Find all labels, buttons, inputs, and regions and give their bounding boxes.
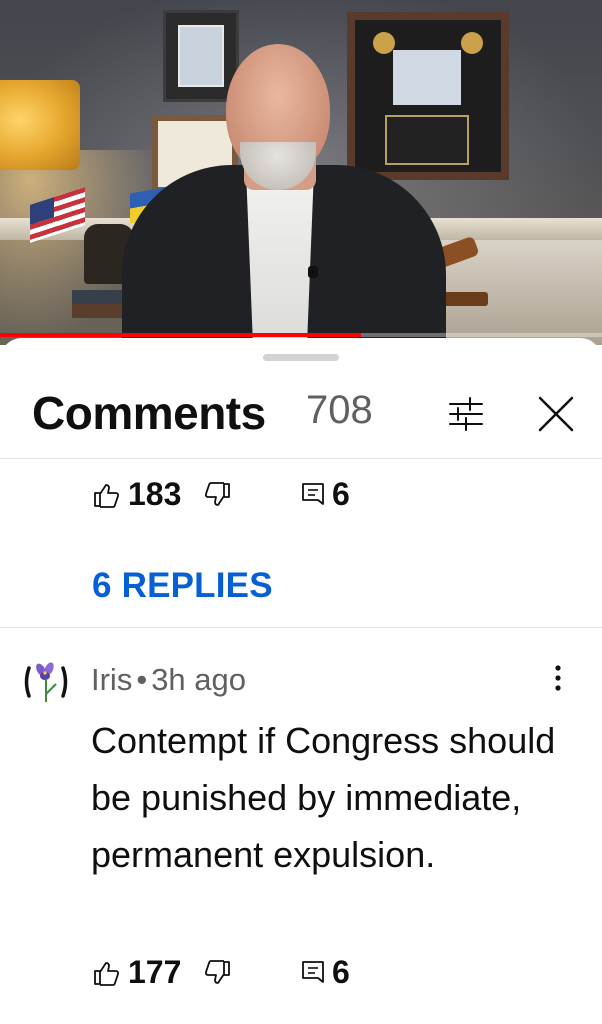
comment-actions: 183 6: [92, 474, 392, 514]
video-progress-bar[interactable]: [0, 333, 602, 337]
close-button[interactable]: [536, 392, 576, 436]
comment-time: 3h ago: [151, 662, 247, 697]
lapel-mic: [308, 266, 318, 278]
reply-count: 6: [332, 476, 350, 512]
comments-title: Comments: [32, 387, 266, 439]
thumbs-up-icon[interactable]: [92, 959, 120, 987]
header-divider: [0, 458, 602, 459]
comment-text: Contempt if Congress should be punished …: [91, 720, 556, 875]
comment-item: Iris • 3h ago Contempt if Congress should …: [0, 628, 602, 1024]
meta-separator: •: [136, 662, 148, 697]
comments-header: Comments 708: [0, 374, 602, 458]
wall-frame-small: [163, 10, 239, 102]
more-options-icon[interactable]: [544, 660, 572, 696]
video-player[interactable]: [0, 0, 602, 345]
reply-count: 6: [332, 954, 350, 990]
gavel-block: [440, 292, 488, 306]
avatar[interactable]: [22, 658, 70, 706]
reply-icon[interactable]: [300, 959, 326, 987]
speaker-shirt: [246, 170, 314, 340]
us-flag: [30, 187, 85, 243]
books: [72, 290, 128, 318]
reply-icon[interactable]: [300, 481, 326, 509]
wall-frame-capitol: [347, 12, 509, 180]
sort-filter-button[interactable]: [444, 392, 488, 436]
thumbs-down-icon[interactable]: [204, 959, 232, 987]
close-icon: [538, 396, 574, 432]
like-count: 183: [128, 476, 182, 512]
thumbs-down-icon[interactable]: [204, 481, 232, 509]
drag-handle[interactable]: [263, 354, 339, 361]
lamp-shade: [0, 80, 80, 170]
view-replies-link[interactable]: 6 REPLIES: [92, 566, 273, 606]
comment-actions: 177 6: [92, 952, 392, 992]
comments-count: 708: [306, 388, 373, 432]
thumbs-up-icon[interactable]: [92, 481, 120, 509]
comment-author[interactable]: Iris: [91, 662, 132, 697]
comment-meta: Iris • 3h ago: [91, 662, 246, 698]
video-progress-fill: [0, 333, 362, 337]
sliders-icon: [449, 397, 483, 431]
comments-sheet: Comments 708 183 6 6 REPLIES Iris • 3h a…: [0, 338, 602, 1024]
like-count: 177: [128, 954, 182, 990]
